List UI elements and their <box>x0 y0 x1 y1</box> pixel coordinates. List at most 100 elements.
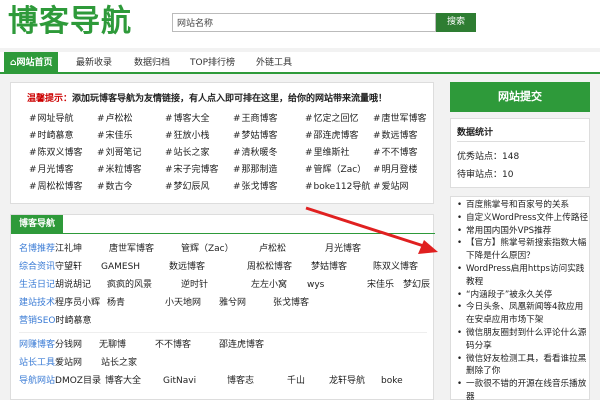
friend-site-link[interactable]: 月光博客 <box>29 162 74 178</box>
blog-link[interactable]: 左左小窝 <box>251 277 287 293</box>
blog-link[interactable]: 梦幻辰 <box>403 277 430 293</box>
friend-site-link[interactable]: 明月登楼 <box>373 162 418 178</box>
category-first-site[interactable]: 守望轩 <box>55 262 82 272</box>
friend-site-link[interactable]: 清秋暖冬 <box>233 145 278 161</box>
blog-link[interactable]: 逆时针 <box>181 277 208 293</box>
friend-site-link[interactable]: 宋子完博客 <box>165 162 219 178</box>
divider <box>457 141 585 142</box>
news-item[interactable]: “内涵段子”被永久关停 <box>457 289 589 302</box>
blog-link[interactable]: 小天地网 <box>165 295 201 311</box>
category-first-site[interactable]: 时崎慕意 <box>55 316 91 326</box>
blog-link[interactable]: 数远博客 <box>169 259 205 275</box>
friend-site-link[interactable]: 唐世军博客 <box>373 111 427 127</box>
category-link[interactable]: 网赚博客分钱网 <box>19 340 82 350</box>
nav-archive[interactable]: 数据归档 <box>134 52 170 74</box>
category-first-site[interactable]: 分钱网 <box>55 340 82 350</box>
blog-link[interactable]: 张戈博客 <box>273 295 309 311</box>
category-first-site[interactable]: 胡说胡记 <box>55 280 91 290</box>
friend-site-link[interactable]: 刘哥笔记 <box>97 145 142 161</box>
nav-top[interactable]: TOP排行榜 <box>190 52 235 74</box>
category-link[interactable]: 建站技术程序员小辉 <box>19 298 100 308</box>
friend-site-link[interactable]: 那那制造 <box>233 162 278 178</box>
friend-site-link[interactable]: 爱站网 <box>373 179 409 195</box>
blog-link[interactable]: 卢松松 <box>259 241 286 257</box>
category-link[interactable]: 导航网站DMOZ目录 <box>19 376 101 386</box>
search-button[interactable]: 搜索 <box>436 13 476 32</box>
news-item[interactable]: 微信朋友圈封到什么评论什么源码分享 <box>457 327 589 353</box>
friend-site-link[interactable]: 邵连虎博客 <box>305 128 359 144</box>
news-item[interactable]: WordPress启用https访问实践教程 <box>457 263 589 289</box>
blog-link[interactable]: 杨青 <box>107 295 125 311</box>
blog-link[interactable]: 雅兮网 <box>219 295 246 311</box>
search-input[interactable]: 网站名称 <box>172 13 436 32</box>
friend-site-link[interactable]: 宋佳乐 <box>97 128 133 144</box>
news-item[interactable]: 常用国内国外VPS推荐 <box>457 225 589 238</box>
friend-site-link[interactable]: 时崎慕意 <box>29 128 74 144</box>
category-first-site[interactable]: 爱站网 <box>55 358 82 368</box>
news-item[interactable]: 百度熊掌号和百家号的关系 <box>457 199 589 212</box>
blog-link[interactable]: 月光博客 <box>325 241 361 257</box>
category-first-site[interactable]: 江礼坤 <box>55 244 82 254</box>
blog-link[interactable]: GAMESH <box>101 259 140 275</box>
category-link[interactable]: 站长工具爱站网 <box>19 358 82 368</box>
submit-site-button[interactable]: 网站提交 <box>450 82 590 112</box>
friend-site-link[interactable]: 张戈博客 <box>233 179 278 195</box>
blog-link[interactable]: wys <box>307 277 324 293</box>
blog-link[interactable]: 邵连虎博客 <box>219 337 264 353</box>
category-link[interactable]: 生活日记胡说胡记 <box>19 280 91 290</box>
site-logo[interactable]: 博客导航 <box>8 4 132 40</box>
blog-link[interactable]: 陈双义博客 <box>373 259 418 275</box>
blog-link[interactable]: 站长之家 <box>101 355 137 371</box>
friend-site-link[interactable]: 陈双义博客 <box>29 145 83 161</box>
blog-link[interactable]: 无聊博 <box>99 337 126 353</box>
friend-site-link[interactable]: 梦幻辰风 <box>165 179 210 195</box>
friend-site-link[interactable]: 不不博客 <box>373 145 418 161</box>
blog-link[interactable]: 龙轩导航 <box>329 373 365 389</box>
nav-home[interactable]: ⌂网站首页 <box>4 52 59 74</box>
blog-link[interactable]: 宋佳乐 <box>367 277 394 293</box>
category-first-site[interactable]: DMOZ目录 <box>55 376 101 386</box>
blog-link[interactable]: 疯疯的风景 <box>107 277 152 293</box>
friend-site-link[interactable]: 数远博客 <box>373 128 418 144</box>
main-nav: ⌂网站首页 最新收录 数据归档 TOP排行榜 外链工具 <box>0 52 600 74</box>
category-first-site[interactable]: 程序员小辉 <box>55 298 100 308</box>
friend-site-link[interactable]: 米粒博客 <box>97 162 142 178</box>
news-item[interactable]: 微信好友检测工具，看看谁拉黑删除了你 <box>457 353 589 379</box>
nav-latest[interactable]: 最新收录 <box>76 52 112 74</box>
blog-link[interactable]: boke <box>381 373 403 389</box>
friend-site-link[interactable]: 狂放小栈 <box>165 128 210 144</box>
friend-site-link[interactable]: 王商博客 <box>233 111 278 127</box>
category-link[interactable]: 营销SEO时崎慕意 <box>19 316 92 326</box>
category-label: 营销SEO <box>19 316 56 326</box>
friend-site-link[interactable]: 卢松松 <box>97 111 133 127</box>
friend-site-link[interactable]: 网址导航 <box>29 111 74 127</box>
category-label: 导航网站 <box>19 376 56 386</box>
nav-tools[interactable]: 外链工具 <box>256 52 292 74</box>
blog-link[interactable]: 千山 <box>287 373 305 389</box>
friend-site-link[interactable]: 里维斯社 <box>305 145 350 161</box>
friend-site-link[interactable]: 周松松博客 <box>29 179 83 195</box>
friend-site-link[interactable]: 梦姑博客 <box>233 128 278 144</box>
blog-link[interactable]: 梦姑博客 <box>311 259 347 275</box>
friend-site-link[interactable]: 忆定之回忆 <box>305 111 359 127</box>
friend-site-link[interactable]: boke112导航 <box>305 179 371 195</box>
blog-link[interactable]: 唐世军博客 <box>109 241 154 257</box>
news-item[interactable]: 一款很不错的开源在线音乐播放器 <box>457 378 589 400</box>
category-link[interactable]: 综合资讯守望轩 <box>19 262 82 272</box>
friend-site-link[interactable]: 管辉（Zac） <box>305 162 367 178</box>
blog-link[interactable]: 管辉（Zac） <box>181 241 234 257</box>
news-item[interactable]: 【官方】熊掌号新搜索指数大幅下降是什么原因？ <box>457 237 589 263</box>
friend-site-link[interactable]: 站长之家 <box>165 145 210 161</box>
blog-link[interactable]: 不不博客 <box>155 337 191 353</box>
category-label: 建站技术 <box>19 298 56 308</box>
blog-link[interactable]: 周松松博客 <box>247 259 292 275</box>
friend-site-link[interactable]: 博客大全 <box>165 111 210 127</box>
category-link[interactable]: 名博推荐江礼坤 <box>19 244 82 254</box>
blog-nav-row: 建站技术程序员小辉 杨青 小天地网 雅兮网 张戈博客 <box>19 295 427 311</box>
news-item[interactable]: 今日头条、凤凰新闻等4款应用在安卓应用市场下架 <box>457 301 589 327</box>
blog-link[interactable]: 博客大全 <box>105 373 141 389</box>
news-item[interactable]: 自定义WordPress文件上传路径 <box>457 212 589 225</box>
blog-link[interactable]: GitNavi <box>163 373 196 389</box>
friend-site-link[interactable]: 数古今 <box>97 179 133 195</box>
blog-link[interactable]: 博客志 <box>227 373 254 389</box>
